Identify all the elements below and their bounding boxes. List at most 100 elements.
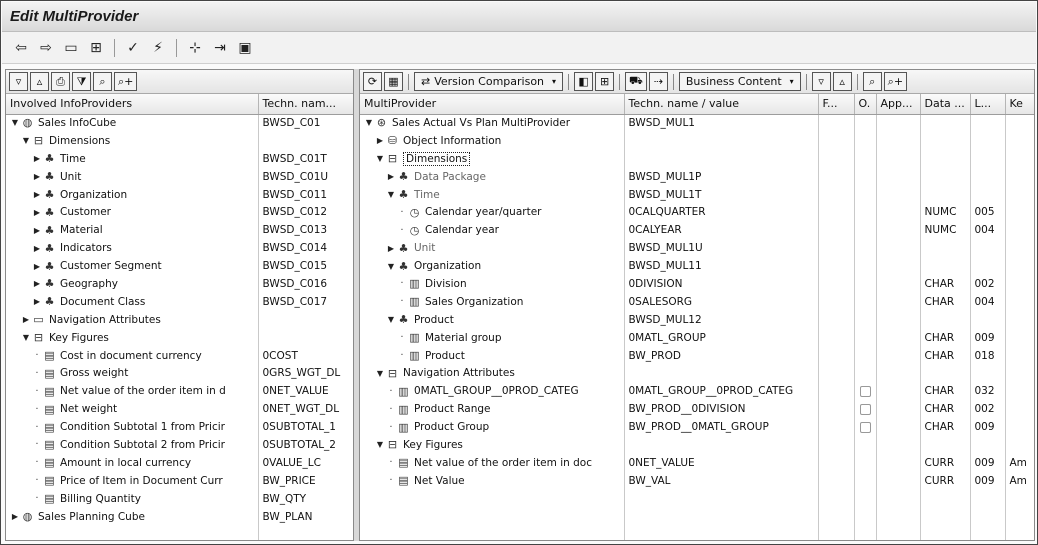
tree-row[interactable]: · ▥ Material group 0MATL_GROUP CHAR 009 <box>360 328 1034 347</box>
tree-node-cell[interactable]: · ▤ Net Value <box>360 471 625 490</box>
tree-node[interactable]: ▼ ⊟ Key Figures <box>10 331 257 344</box>
find-icon[interactable]: ⌕ <box>93 72 112 91</box>
tree-node[interactable]: ▶ ♣ Indicators <box>10 242 257 255</box>
tree-node-cell[interactable]: · ▥ 0MATL_GROUP__0PROD_CATEG <box>360 382 625 401</box>
column-header-data-type[interactable]: Data ... <box>920 94 971 115</box>
tree-node-cell[interactable]: ▼ ♣ Product <box>360 310 625 329</box>
tree-node[interactable]: · ▤ Net Value <box>364 474 623 487</box>
expand-node-icon[interactable]: ▶ <box>32 297 42 306</box>
tree-row[interactable]: · ▥ Division 0DIVISION CHAR 002 <box>360 275 1034 293</box>
expand-node-icon[interactable]: ▶ <box>386 172 396 181</box>
tree-node[interactable]: · ▤ Net value of the order item in d <box>10 385 257 398</box>
find-icon[interactable]: ⌕ <box>862 72 882 91</box>
tree-row[interactable]: ▶ ◍ Sales Planning Cube BW_PLAN <box>6 507 353 526</box>
tree-row[interactable]: ▼ ⊟ Key Figures <box>360 436 1034 454</box>
tree-row[interactable]: · ▤ Condition Subtotal 1 from Pricir 0SUBTO… <box>6 418 353 437</box>
tree-node-cell[interactable]: · ▤ Gross weight <box>6 364 259 383</box>
tree-row[interactable]: ▶ ♣ Customer Segment BWSD_C015 <box>6 257 353 276</box>
tree-row[interactable]: ▶ ⛁ Object Information <box>360 131 1034 150</box>
collapse-icon[interactable]: ▵ <box>30 72 49 91</box>
tree-node-cell[interactable]: ▶ ▭ Navigation Attributes <box>6 310 259 329</box>
business-content-button[interactable]: Business Content ▾ <box>678 72 801 91</box>
tree-row[interactable]: ▶ ♣ Material BWSD_C013 <box>6 221 353 240</box>
tree-node[interactable]: ▶ ♣ Customer Segment <box>10 260 257 273</box>
tree-node-cell[interactable]: · ▤ Net value of the order item in doc <box>360 453 625 472</box>
tree-node[interactable]: ▶ ♣ Organization <box>10 188 257 201</box>
tree-node[interactable]: · ▤ Amount in local currency <box>10 456 257 469</box>
tree-node[interactable]: ▼ ⊛ Sales Actual Vs Plan MultiProvider <box>364 116 623 129</box>
tree-row[interactable]: · ▥ Product BW_PROD CHAR 018 <box>360 346 1034 365</box>
tree-node[interactable]: · ▥ Product <box>364 349 623 362</box>
object-catalog-icon[interactable]: ⊹ <box>184 37 206 59</box>
tree-node-cell[interactable]: ▶ ◍ Sales Planning Cube <box>6 507 259 526</box>
expand-node-icon[interactable]: ▶ <box>32 244 42 253</box>
expand-node-icon[interactable]: ▶ <box>32 262 42 271</box>
column-header-ke[interactable]: Ke <box>1005 94 1034 115</box>
checkbox[interactable] <box>859 403 871 415</box>
forward-icon[interactable]: ⇨ <box>35 37 57 59</box>
tree-row[interactable]: · ▤ Net Value BW_VAL CURR 009 Am <box>360 471 1034 490</box>
tree-row[interactable]: ▶ ♣ Document Class BWSD_C017 <box>6 292 353 311</box>
tree-node-cell[interactable]: · ▤ Net value of the order item in d <box>6 382 259 401</box>
expand-node-icon[interactable]: ▶ <box>32 154 42 163</box>
tree-node[interactable]: ▼ ⊟ Dimensions <box>364 151 623 166</box>
tree-node-cell[interactable]: ▶ ♣ Indicators <box>6 239 259 258</box>
tree-row[interactable]: ▶ ♣ Unit BWSD_MUL1U <box>360 239 1034 258</box>
filter-icon[interactable]: ⧩ <box>72 72 91 91</box>
collapse-node-icon[interactable]: ▼ <box>375 154 385 163</box>
tree-node[interactable]: · ▤ Billing Quantity <box>10 492 257 505</box>
tree-node-cell[interactable]: · ▤ Condition Subtotal 2 from Pricir <box>6 436 259 454</box>
tree-row[interactable]: ▶ ♣ Geography BWSD_C016 <box>6 275 353 293</box>
tree-node[interactable]: ▶ ♣ Time <box>10 152 257 165</box>
tree-node-cell[interactable]: ▶ ♣ Data Package <box>360 167 625 186</box>
tree-node-cell[interactable]: · ▤ Condition Subtotal 1 from Pricir <box>6 418 259 437</box>
tree-node[interactable]: ▶ ♣ Customer <box>10 206 257 219</box>
tree-node-cell[interactable]: ▶ ♣ Unit <box>6 167 259 186</box>
tree-row[interactable]: · ▥ Product Range BW_PROD__0DIVISION CHAR 002 <box>360 400 1034 419</box>
tree-node[interactable]: ▼ ⊟ Navigation Attributes <box>364 367 623 380</box>
tree-node[interactable]: ▶ ◍ Sales Planning Cube <box>10 510 257 523</box>
tree-row[interactable]: · ▤ Cost in document currency 0COST <box>6 346 353 365</box>
tree-row[interactable]: ▼ ⊟ Dimensions <box>360 149 1034 168</box>
print-icon[interactable]: ⎙ <box>51 72 70 91</box>
collapse-node-icon[interactable]: ▼ <box>21 333 31 342</box>
tree-row[interactable]: · ◷ Calendar year 0CALYEAR NUMC 004 <box>360 221 1034 240</box>
tree-row[interactable]: · ▥ Sales Organization 0SALESORG CHAR 004 <box>360 292 1034 311</box>
tree-node[interactable]: ▼ ◍ Sales InfoCube <box>10 116 257 129</box>
tree-row[interactable]: ▼ ♣ Product BWSD_MUL12 <box>360 310 1034 329</box>
tree-node[interactable]: · ▥ 0MATL_GROUP__0PROD_CATEG <box>364 385 623 398</box>
tree-node-cell[interactable]: · ▤ Billing Quantity <box>6 489 259 508</box>
tree-node[interactable]: ▶ ▭ Navigation Attributes <box>10 313 257 326</box>
tree-node[interactable]: · ▥ Product Group <box>364 421 623 434</box>
column-header-o[interactable]: O. <box>854 94 877 115</box>
collapse-icon[interactable]: ▵ <box>832 72 852 91</box>
tree-node-cell[interactable]: · ▥ Division <box>360 275 625 293</box>
tree-node-cell[interactable]: · ▤ Cost in document currency <box>6 346 259 365</box>
checkbox[interactable] <box>859 385 871 397</box>
tree-node[interactable]: · ▥ Division <box>364 277 623 290</box>
column-header-techn-name-value[interactable]: Techn. name / value <box>624 94 819 115</box>
import-icon[interactable]: ⇥ <box>209 37 231 59</box>
column-header-f[interactable]: F... <box>818 94 855 115</box>
tree-node-cell[interactable]: ▼ ⊟ Dimensions <box>6 131 259 150</box>
check-icon[interactable]: ✓ <box>122 37 144 59</box>
tree-node[interactable]: ▶ ♣ Data Package <box>364 170 623 183</box>
display-mode-icon[interactable]: ◧ <box>574 72 594 91</box>
expand-node-icon[interactable]: ▶ <box>32 208 42 217</box>
hierarchy-icon[interactable]: ⊞ <box>595 72 615 91</box>
activate-icon[interactable]: ⚡ <box>147 37 169 59</box>
tree-row[interactable]: ▶ ♣ Time BWSD_C01T <box>6 149 353 168</box>
tree-node-cell[interactable]: ▶ ♣ Time <box>6 149 259 168</box>
tree-row[interactable]: · ▤ Net value of the order item in d 0NET_V… <box>6 382 353 401</box>
tree-row[interactable]: · ▤ Gross weight 0GRS_WGT_DL <box>6 364 353 383</box>
expand-icon[interactable]: ▿ <box>811 72 831 91</box>
tree-node[interactable]: ▶ ♣ Geography <box>10 277 257 290</box>
tree-row[interactable]: · ▤ Net value of the order item in doc 0NET… <box>360 453 1034 472</box>
tree-node[interactable]: ▼ ⊟ Dimensions <box>10 134 257 147</box>
tree-node[interactable]: · ◷ Calendar year/quarter <box>364 206 623 219</box>
tree-row[interactable]: · ▤ Billing Quantity BW_QTY <box>6 489 353 508</box>
tree-node-cell[interactable]: ▶ ♣ Organization <box>6 185 259 204</box>
tree-row[interactable]: ▼ ◍ Sales InfoCube BWSD_C01 <box>6 114 353 132</box>
tree-row[interactable]: ▶ ♣ Organization BWSD_C011 <box>6 185 353 204</box>
display-icon[interactable]: ▭ <box>60 37 82 59</box>
